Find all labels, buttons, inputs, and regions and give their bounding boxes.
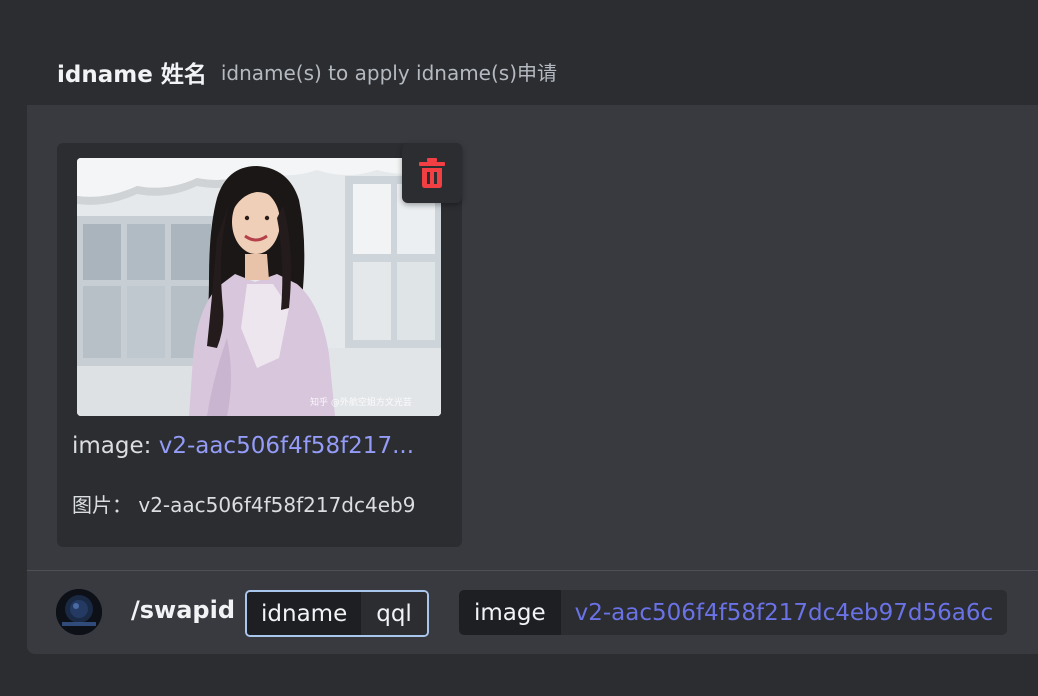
option-image-value[interactable]: v2-aac506f4f58f217dc4eb97d56a6c: [560, 590, 1008, 635]
option-image[interactable]: image v2-aac506f4f58f217dc4eb97d56a6c: [459, 590, 1008, 635]
command-description: idname(s) to apply idname(s)申请: [220, 61, 558, 85]
attachment-filename: 图片： v2-aac506f4f58f217dc4eb9: [72, 489, 447, 518]
slash-command-input[interactable]: /swapid idname qql image v2-aac506f4f58f…: [27, 571, 1038, 654]
attachment-thumbnail[interactable]: 知乎 @外航空姐方文光芸: [77, 158, 441, 416]
command-panel: idname 姓名 idname(s) to apply idname(s)申请: [27, 38, 1038, 654]
image-option-label: image:: [72, 433, 152, 459]
thumbnail-photo: 知乎 @外航空姐方文光芸: [77, 158, 441, 416]
bot-avatar: [56, 589, 102, 635]
trash-icon: [419, 158, 445, 188]
bot-avatar-image: [56, 589, 102, 635]
slash-command-name: /swapid: [131, 596, 236, 624]
option-image-key: image: [459, 590, 561, 635]
filename-value: v2-aac506f4f58f217dc4eb9: [138, 493, 416, 517]
delete-attachment-button[interactable]: [402, 143, 462, 203]
command-header: idname 姓名 idname(s) to apply idname(s)申请: [27, 38, 1038, 105]
command-name: idname 姓名: [57, 61, 207, 88]
option-idname-value[interactable]: qql: [361, 592, 427, 635]
option-idname[interactable]: idname qql: [245, 590, 429, 637]
filename-label: 图片：: [72, 493, 132, 517]
thumbnail-watermark: 知乎 @外航空姐方文光芸: [310, 396, 412, 408]
option-idname-key: idname: [247, 592, 362, 635]
image-option-preview: image: v2-aac506f4f58f217...: [72, 433, 447, 459]
image-option-value[interactable]: v2-aac506f4f58f217...: [159, 433, 414, 459]
image-attachment-card: 知乎 @外航空姐方文光芸 image: v2-aac506f4f58f217..…: [57, 143, 462, 547]
